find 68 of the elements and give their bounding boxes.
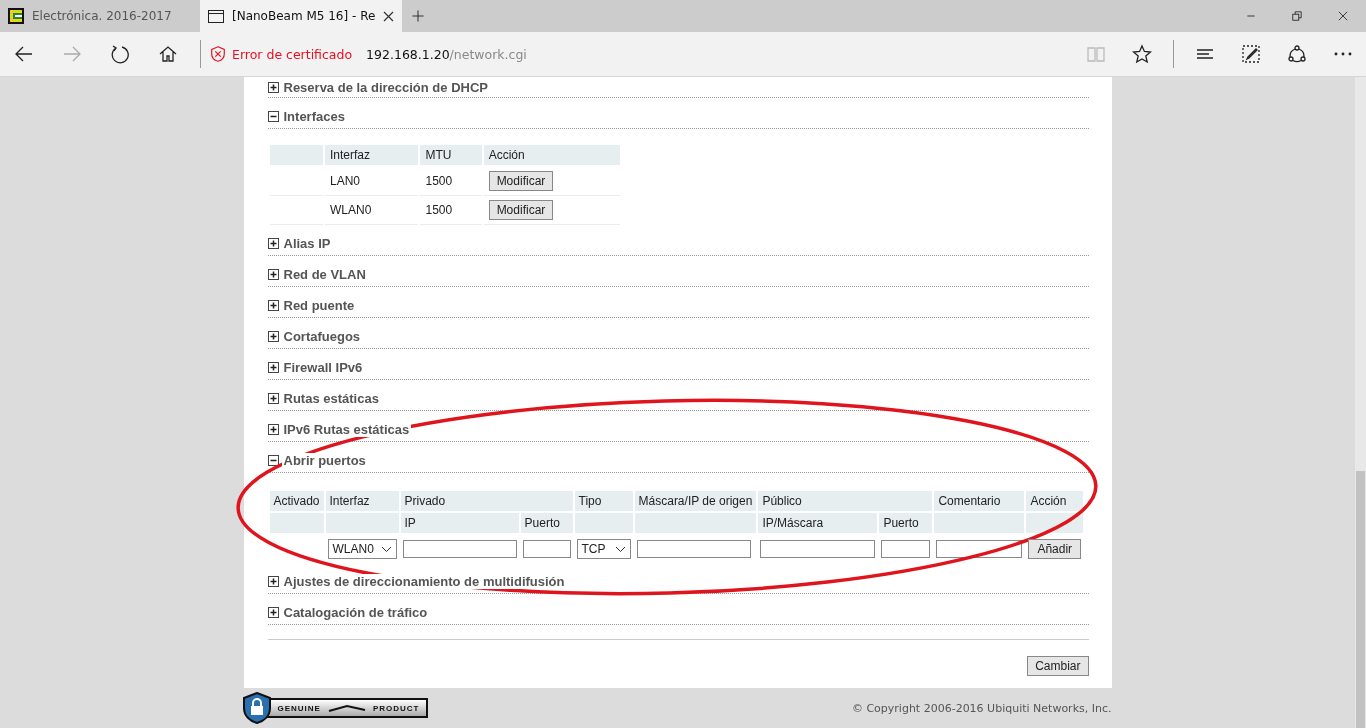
copyright-text: © Copyright 2006-2016 Ubiquiti Networks, Inc. <box>851 701 1112 715</box>
expand-icon[interactable] <box>267 606 279 618</box>
back-icon[interactable] <box>14 44 34 64</box>
collapse-icon[interactable] <box>267 454 279 466</box>
table-cell: LAN0 <box>324 167 419 196</box>
expand-icon[interactable] <box>267 330 279 342</box>
column-header: Interfaz <box>325 491 399 513</box>
add-button[interactable]: Añadir <box>1028 539 1082 559</box>
restore-icon[interactable] <box>1291 10 1303 22</box>
star-icon[interactable] <box>1132 44 1152 64</box>
column-header: Tipo <box>574 491 633 513</box>
column-header: Público <box>758 491 933 513</box>
scrollbar-thumb[interactable] <box>1356 471 1365 728</box>
expand-icon[interactable] <box>267 268 279 280</box>
column-header: MTU <box>420 145 482 167</box>
section-title[interactable]: Abrir puertos <box>281 452 368 468</box>
text-field[interactable] <box>402 540 517 558</box>
address-field[interactable]: 192.168.1.20/network.cgi <box>366 46 527 62</box>
column-header: Acción <box>1026 491 1084 513</box>
expand-icon[interactable] <box>267 575 279 587</box>
certificate-error-label[interactable]: Error de certificado <box>232 46 353 62</box>
site-logo-icon <box>8 8 24 24</box>
column-header: Interfaz <box>324 145 419 167</box>
column-header: Privado <box>400 491 573 513</box>
table-cell: WLAN0 <box>324 196 419 225</box>
text-field[interactable] <box>760 540 876 558</box>
expand-icon[interactable] <box>267 81 279 93</box>
expand-icon[interactable] <box>267 299 279 311</box>
dropdown-caret-icon <box>614 545 626 553</box>
column-header: IP/Máscara <box>758 513 878 535</box>
table-cell: 1500 <box>420 167 482 196</box>
text-field[interactable] <box>522 540 571 558</box>
expand-icon[interactable] <box>267 361 279 373</box>
refresh-icon[interactable] <box>110 44 130 64</box>
table-cell: 1500 <box>420 196 482 225</box>
type-dropdown[interactable]: TCP <box>576 539 631 559</box>
modify-button[interactable]: Modificar <box>488 171 554 191</box>
badge-text: PRODUCT <box>372 703 420 713</box>
pen-note-icon[interactable] <box>1241 44 1261 64</box>
browser-tab[interactable]: [NanoBeam M5 16] - Re <box>200 0 402 32</box>
badge-text: GENUINE <box>277 703 321 713</box>
new-tab-icon[interactable] <box>410 8 426 24</box>
home-icon[interactable] <box>158 44 178 64</box>
modify-button[interactable]: Modificar <box>488 200 554 220</box>
expand-icon[interactable] <box>267 423 279 435</box>
section-title[interactable]: Ajustes de direccionamiento de multidifusión <box>281 573 567 589</box>
section-title[interactable]: IPv6 Rutas estáticas <box>281 421 412 437</box>
column-header: Acción <box>483 145 620 167</box>
text-field[interactable] <box>636 540 751 558</box>
expand-icon[interactable] <box>267 392 279 404</box>
apply-button[interactable]: Cambiar <box>1027 656 1089 676</box>
close-icon[interactable] <box>1337 10 1349 22</box>
column-header: IP <box>400 513 519 535</box>
dropdown-caret-icon <box>380 545 392 553</box>
page-icon <box>208 9 224 23</box>
text-field[interactable] <box>881 540 931 558</box>
collapse-icon[interactable] <box>267 110 279 122</box>
interface-dropdown[interactable]: WLAN0 <box>327 539 397 559</box>
column-header: Puerto <box>879 513 933 535</box>
column-header: Comentario <box>934 491 1025 513</box>
shield-warning-icon[interactable] <box>209 45 227 63</box>
close-icon[interactable] <box>383 10 394 22</box>
expand-icon[interactable] <box>267 237 279 249</box>
column-header: Máscara/IP de origen <box>634 491 757 513</box>
column-header: Activado <box>269 491 324 513</box>
column-header: Puerto <box>520 513 573 535</box>
browser-tab[interactable]: Electrónica. 2016-2017 <box>0 0 200 32</box>
share-icon[interactable] <box>1287 44 1307 64</box>
